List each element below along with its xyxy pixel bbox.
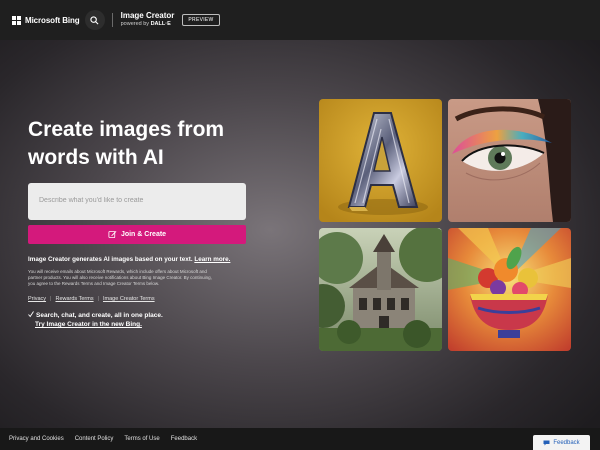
header-divider [111,13,113,27]
powered-by: powered by DALL·E [120,21,171,28]
feedback-button-label: Feedback [553,439,580,446]
gallery-image-letter-a[interactable] [319,99,442,222]
victorian-house-image [319,228,442,351]
join-and-create-button[interactable]: Join & Create [28,225,246,244]
prompt-input[interactable] [39,197,235,204]
pen-sparkle-icon [108,230,117,239]
powered-by-model: DALL·E [150,21,171,28]
gallery-image-eye[interactable] [448,99,571,222]
gallery-image-fruit-bowl[interactable] [448,228,571,351]
page-footer: Privacy and Cookies Content Policy Terms… [0,428,600,450]
feedback-button[interactable]: Feedback [533,435,590,450]
learn-more-link[interactable]: Learn more. [194,256,230,263]
fruit-bowl-image [448,228,571,351]
feedback-icon [543,440,550,446]
letter-a-image [319,99,442,222]
eye-makeup-image [448,99,571,222]
rewards-terms-link[interactable]: Rewards Terms [55,296,93,302]
link-separator: | [50,296,52,302]
brand-name: Microsoft Bing [25,15,80,25]
hero-title: Create images from words with AI [28,118,225,169]
image-creator-brand[interactable]: Image Creator powered by DALL·E [120,10,175,28]
prompt-box[interactable] [28,183,246,220]
footer-feedback-link[interactable]: Feedback [171,436,197,442]
check-sparkle-icon [28,311,35,318]
terms-links: Privacy | Rewards Terms | Image Creator … [28,296,155,302]
join-button-label: Join & Create [120,231,167,238]
bing-promo: Search, chat, and create, all in one pla… [28,311,248,329]
footer-privacy-link[interactable]: Privacy and Cookies [9,436,64,442]
search-icon [90,15,99,24]
top-header: Microsoft Bing Image Creator powered by … [0,0,600,40]
gallery-image-house[interactable] [319,228,442,351]
try-new-bing-link[interactable]: Try Image Creator in the new Bing. [28,320,248,329]
privacy-link[interactable]: Privacy [28,296,46,302]
search-button[interactable] [84,10,105,30]
link-separator: | [97,296,100,302]
app-title: Image Creator [120,10,175,20]
promo-line: Search, chat, and create, all in one pla… [36,312,163,319]
footer-content-policy-link[interactable]: Content Policy [75,436,114,442]
microsoft-logo-icon [12,15,21,25]
generation-note: Image Creator generates AI images based … [28,256,231,263]
rewards-fine-print: You will receive emails about Microsoft … [28,269,212,287]
footer-terms-link[interactable]: Terms of Use [124,436,159,442]
image-creator-terms-link[interactable]: Image Creator Terms [103,296,155,302]
microsoft-bing-logo[interactable]: Microsoft Bing [12,15,80,25]
preview-badge: PREVIEW [182,14,220,26]
